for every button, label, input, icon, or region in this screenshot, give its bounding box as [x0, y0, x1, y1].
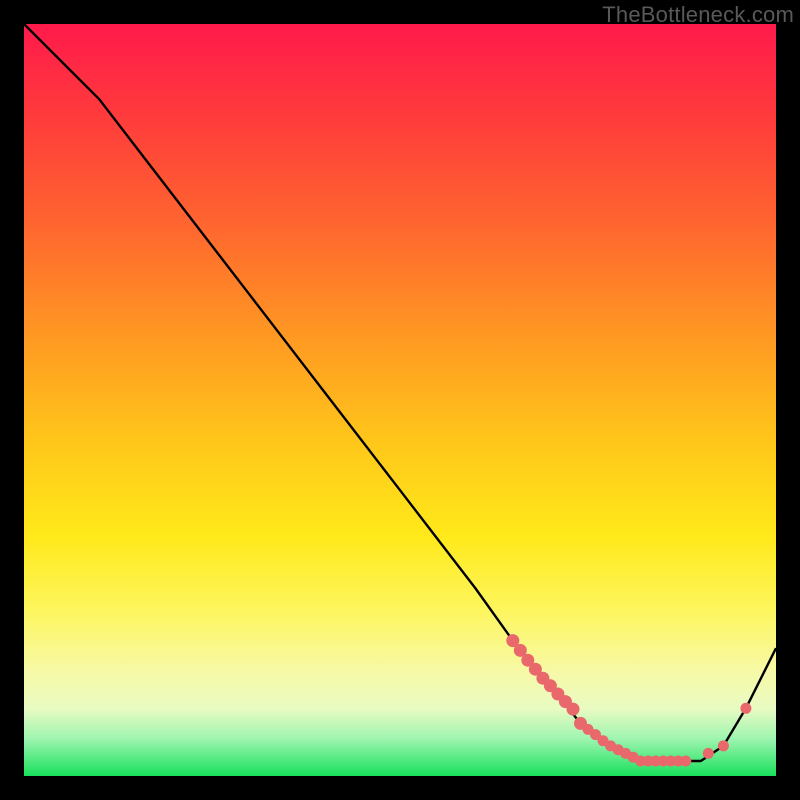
highlight-dot — [567, 703, 580, 716]
chart-frame: TheBottleneck.com — [0, 0, 800, 800]
highlight-dot — [703, 748, 714, 759]
bottleneck-curve — [24, 24, 776, 761]
plot-area — [24, 24, 776, 776]
curve-layer — [24, 24, 776, 776]
highlight-dot — [680, 756, 691, 767]
watermark-text: TheBottleneck.com — [602, 2, 794, 28]
highlight-dots — [506, 634, 751, 766]
highlight-dot — [740, 703, 751, 714]
highlight-dot — [718, 740, 729, 751]
